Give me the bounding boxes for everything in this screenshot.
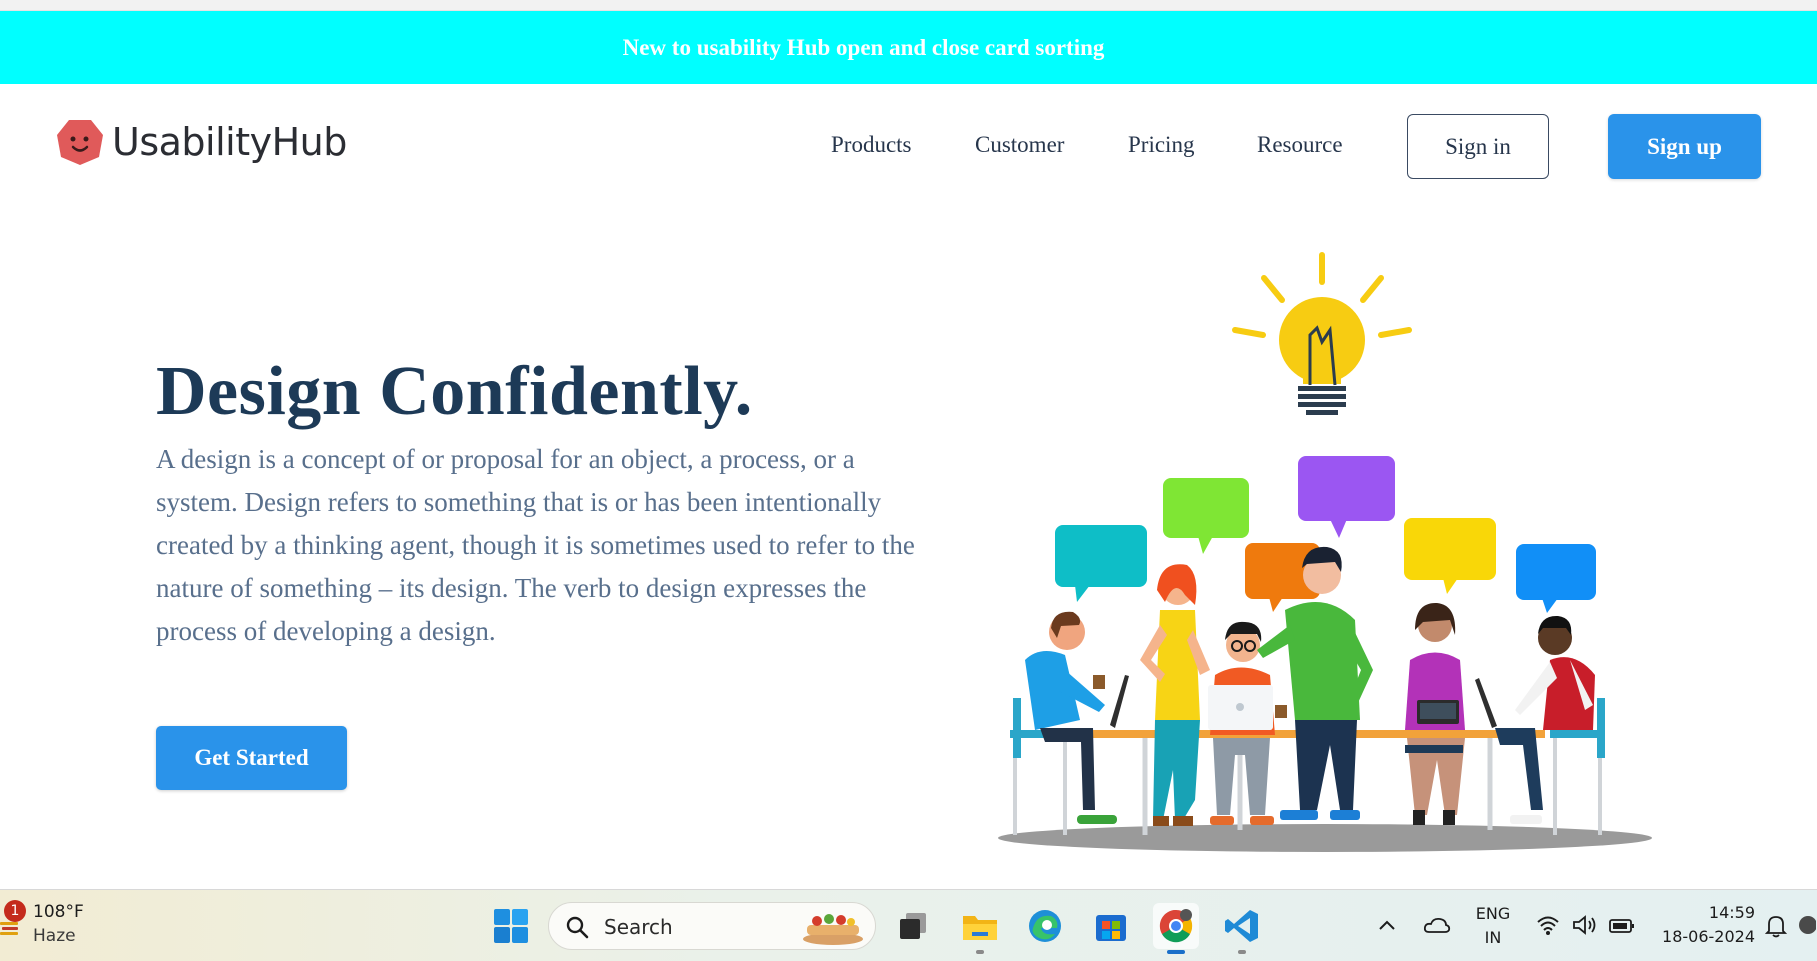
logo-face-icon xyxy=(57,120,103,165)
start-button[interactable] xyxy=(488,903,534,949)
team-brainstorm-illustration xyxy=(998,252,1652,852)
onedrive-cloud-icon[interactable] xyxy=(1423,916,1451,934)
browser-top-strip xyxy=(0,0,1817,11)
chrome-button[interactable] xyxy=(1153,903,1199,954)
file-explorer-icon xyxy=(963,916,997,940)
vscode-button[interactable] xyxy=(1219,903,1265,954)
partial-tray-icon xyxy=(1799,916,1816,934)
weather-condition: Haze xyxy=(33,926,76,946)
person-red-vest xyxy=(1475,615,1605,835)
sign-up-button[interactable]: Sign up xyxy=(1608,114,1761,179)
brand-logo[interactable]: UsabilityHub xyxy=(55,117,347,167)
nav-products[interactable]: Products xyxy=(831,132,912,158)
search-placeholder: Search xyxy=(604,915,673,939)
person-orange-laptop xyxy=(1208,621,1287,825)
clock-time[interactable]: 14:59 xyxy=(1655,903,1755,922)
hero-title: Design Confidently. xyxy=(156,353,753,430)
store-icon xyxy=(1096,915,1126,941)
vscode-icon xyxy=(1225,910,1258,942)
file-explorer-button[interactable] xyxy=(957,903,1003,954)
edge-icon xyxy=(1029,910,1061,942)
chevron-up-icon[interactable] xyxy=(1378,918,1396,932)
hero-description: A design is a concept of or proposal for… xyxy=(156,444,915,646)
battery-icon[interactable] xyxy=(1609,918,1635,934)
windows-start-icon xyxy=(494,909,528,943)
language-code[interactable]: ENG xyxy=(1470,904,1516,923)
windows-taskbar: 1 108°F Haze Search ENG IN 14:59 18-06-2… xyxy=(0,889,1817,961)
store-button[interactable] xyxy=(1088,903,1134,949)
notification-badge: 1 xyxy=(4,900,26,922)
lightbulb-icon xyxy=(1232,252,1412,415)
get-started-button[interactable]: Get Started xyxy=(156,726,347,790)
notification-bell-icon[interactable] xyxy=(1765,914,1787,938)
nav-customer[interactable]: Customer xyxy=(975,132,1064,158)
person-blue-shirt xyxy=(1010,611,1129,835)
clock-date[interactable]: 18-06-2024 xyxy=(1655,927,1755,946)
sign-in-button[interactable]: Sign in xyxy=(1407,114,1549,179)
person-purple-top xyxy=(1405,602,1465,825)
language-region[interactable]: IN xyxy=(1470,928,1516,947)
search-highlight-sandwich-icon xyxy=(803,914,863,945)
taskbar-search[interactable]: Search xyxy=(548,902,876,950)
search-icon xyxy=(566,916,589,939)
weather-temperature: 108°F xyxy=(33,902,84,922)
person-yellow-top xyxy=(1140,564,1210,826)
banner-text[interactable]: New to usability Hub open and close card… xyxy=(623,35,1105,61)
chrome-icon xyxy=(1159,909,1193,943)
announcement-banner[interactable]: New to usability Hub open and close card… xyxy=(0,11,1817,84)
task-view-icon xyxy=(900,913,926,939)
volume-icon[interactable] xyxy=(1572,914,1598,936)
wifi-icon[interactable] xyxy=(1536,914,1560,936)
edge-button[interactable] xyxy=(1022,903,1068,949)
brand-name: UsabilityHub xyxy=(112,120,347,164)
task-view-button[interactable] xyxy=(890,903,936,949)
nav-pricing[interactable]: Pricing xyxy=(1128,132,1194,158)
weather-widget[interactable]: 1 108°F Haze xyxy=(0,900,110,950)
nav-resource[interactable]: Resource xyxy=(1257,132,1343,158)
